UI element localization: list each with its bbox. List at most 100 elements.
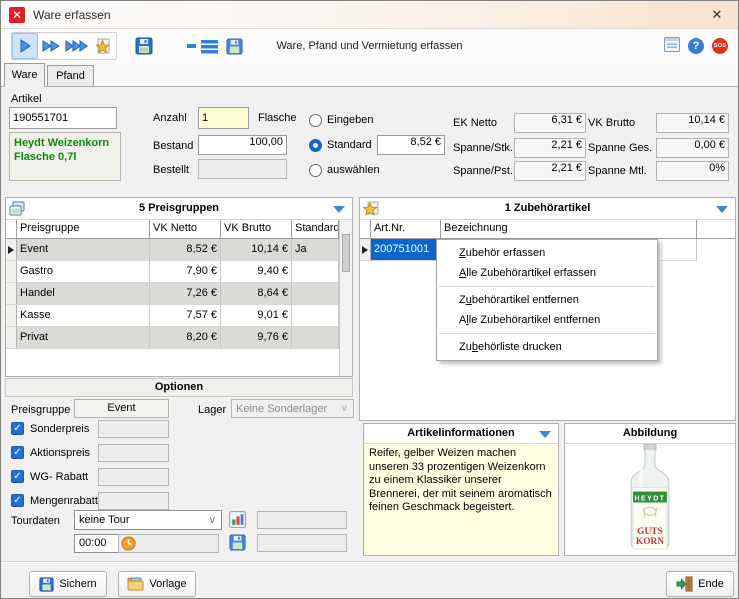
col-standard: Standard [292, 220, 339, 239]
preisgruppen-rows: Event8,52 €10,14 €JaGastro7,90 €9,40 €Ha… [6, 239, 339, 349]
menu-separator [439, 333, 655, 334]
ende-button[interactable]: Ende [666, 571, 734, 597]
window: ✕ Ware erfassen ✕ [0, 0, 739, 599]
spanne-stk-label: Spanne/Stk. [453, 142, 513, 154]
optionen-title: Optionen [5, 378, 353, 397]
panel-view-icon[interactable] [664, 37, 680, 55]
preisgruppen-header: Preisgruppe VK Netto VK Brutto Standard [6, 220, 352, 239]
vk-brutto-field: 10,14 € [656, 113, 729, 133]
tabstrip: Ware Pfand [1, 63, 738, 86]
spanne-pst-label: Spanne/Pst. [453, 165, 513, 177]
list-view-icon[interactable] [185, 33, 221, 59]
mengenrabatt-checkbox[interactable] [11, 494, 24, 507]
exit-door-icon [676, 576, 693, 592]
bestand-field[interactable]: 100,00 [198, 135, 287, 155]
folder-icon [127, 577, 144, 591]
preisgruppen-scrollbar[interactable] [339, 220, 352, 376]
aktionspreis-checkbox[interactable] [11, 446, 24, 459]
radio-eingeben[interactable] [309, 114, 322, 127]
tab-ware[interactable]: Ware [4, 63, 45, 87]
tour-select[interactable]: keine Tour∨ [74, 510, 222, 530]
article-name-box: Heydt Weizenkorn Flasche 0,7l [9, 132, 121, 181]
menu-item[interactable]: Alle Zubehörartikel entfernen [437, 310, 657, 330]
close-icon[interactable]: ✕ [696, 1, 738, 29]
artikelinfo-text: Reifer, gelber Weizen machen unseren 33 … [364, 444, 558, 555]
play-icon[interactable] [12, 33, 38, 59]
artikel-label: Artikel [11, 93, 42, 105]
col-vk-brutto: VK Brutto [221, 220, 292, 239]
selected-row-marker-icon [362, 246, 368, 254]
lager-label: Lager [198, 404, 226, 416]
vk-brutto-label: VK Brutto [588, 117, 635, 129]
lager-select: Keine Sonderlager∨ [231, 399, 354, 418]
spanne-stk-field: 2,21 € [514, 138, 586, 158]
help-icon[interactable]: ? [688, 38, 704, 54]
bestellt-field [198, 159, 287, 179]
abbildung-title: Abbildung [565, 427, 735, 439]
app-logo-icon: ✕ [9, 7, 25, 23]
anzahl-label: Anzahl [153, 112, 187, 124]
tab-pfand[interactable]: Pfand [47, 65, 94, 86]
bestellt-label: Bestellt [153, 164, 189, 176]
tourdaten-label: Tourdaten [11, 515, 60, 527]
radio-eingeben-label: Eingeben [327, 114, 374, 126]
sichern-button[interactable]: Sichern [29, 571, 107, 597]
radio-standard[interactable] [309, 139, 322, 152]
vorlage-button[interactable]: Vorlage [118, 571, 196, 597]
preisgruppen-row-handel[interactable]: Handel7,26 €8,64 € [6, 283, 339, 305]
menu-item[interactable]: Zubehör erfassen [437, 243, 657, 263]
fast-forward-icon[interactable] [38, 33, 64, 59]
menu-item[interactable]: Zubehörliste drucken [437, 337, 657, 357]
tour-save-icon[interactable] [229, 534, 246, 554]
zubehoer-dropdown-icon[interactable] [716, 206, 728, 213]
preisgruppe-label: Preisgruppe [11, 404, 70, 416]
col-artnr: Art.Nr. [371, 220, 441, 239]
skip-to-end-icon[interactable] [64, 33, 90, 59]
anzahl-input[interactable] [198, 107, 249, 129]
wg-rabatt-checkbox[interactable] [11, 470, 24, 483]
menu-item[interactable]: Alle Zubehörartikel erfassen [437, 263, 657, 283]
artikelinfo-dropdown-icon[interactable] [539, 431, 551, 438]
radio-auswaehlen[interactable] [309, 164, 322, 177]
abbildung-panel: Abbildung HEYDT GUTS KORN [564, 423, 736, 556]
svg-text:GUTS: GUTS [637, 527, 663, 537]
col-bezeichnung: Bezeichnung [441, 220, 697, 239]
save-record-icon[interactable] [131, 33, 157, 59]
zubehoer-header: Art.Nr. Bezeichnung [360, 220, 735, 239]
record-nav-group [11, 32, 117, 60]
preisgruppen-row-gastro[interactable]: Gastro7,90 €9,40 € [6, 261, 339, 283]
zubehoer-title: 1 Zubehörartikel [360, 202, 735, 214]
col-vk-netto: VK Netto [150, 220, 221, 239]
sonderpreis-checkbox[interactable] [11, 422, 24, 435]
sonderpreis-field [98, 420, 169, 438]
article-number-input[interactable] [9, 107, 117, 129]
artikelinfo-title: Artikelinformationen [364, 427, 558, 439]
toolbar: Ware, Pfand und Vermietung erfassen ? SO… [1, 29, 738, 63]
preisgruppen-panel: 5 Preisgruppen Preisgruppe VK Netto VK B… [5, 197, 353, 377]
preisgruppen-title: 5 Preisgruppen [6, 202, 352, 214]
window-title: Ware erfassen [33, 8, 111, 22]
menu-item[interactable]: Zubehörartikel entfernen [437, 290, 657, 310]
standard-price-field[interactable]: 8,52 € [377, 135, 445, 155]
selected-row-marker-icon [8, 246, 14, 254]
spanne-pst-field: 2,21 € [514, 161, 586, 181]
spanne-mtl-label: Spanne Mtl. [588, 165, 647, 177]
col-preisgruppe: Preisgruppe [17, 220, 150, 239]
titlebar: ✕ Ware erfassen ✕ [1, 1, 738, 29]
preisgruppen-dropdown-icon[interactable] [333, 206, 345, 213]
radio-standard-label: Standard [327, 139, 372, 151]
save-list-icon[interactable] [221, 33, 247, 59]
preisgruppen-row-event[interactable]: Event8,52 €10,14 €Ja [6, 239, 339, 261]
preisgruppen-row-kasse[interactable]: Kasse7,57 €9,01 € [6, 305, 339, 327]
sonderpreis-label: Sonderpreis [30, 423, 89, 435]
save-icon [39, 577, 54, 592]
preisgruppen-row-privat[interactable]: Privat8,20 €9,76 € [6, 327, 339, 349]
svg-text:HEYDT: HEYDT [635, 495, 666, 502]
favorite-record-icon[interactable] [90, 33, 116, 59]
footer: Sichern Vorlage Ende [1, 561, 738, 599]
sos-icon[interactable]: SOS [712, 38, 728, 54]
menu-separator [439, 286, 655, 287]
tour-chart-icon[interactable] [229, 511, 246, 531]
bestand-label: Bestand [153, 140, 193, 152]
wg-rabatt-field [98, 468, 169, 486]
